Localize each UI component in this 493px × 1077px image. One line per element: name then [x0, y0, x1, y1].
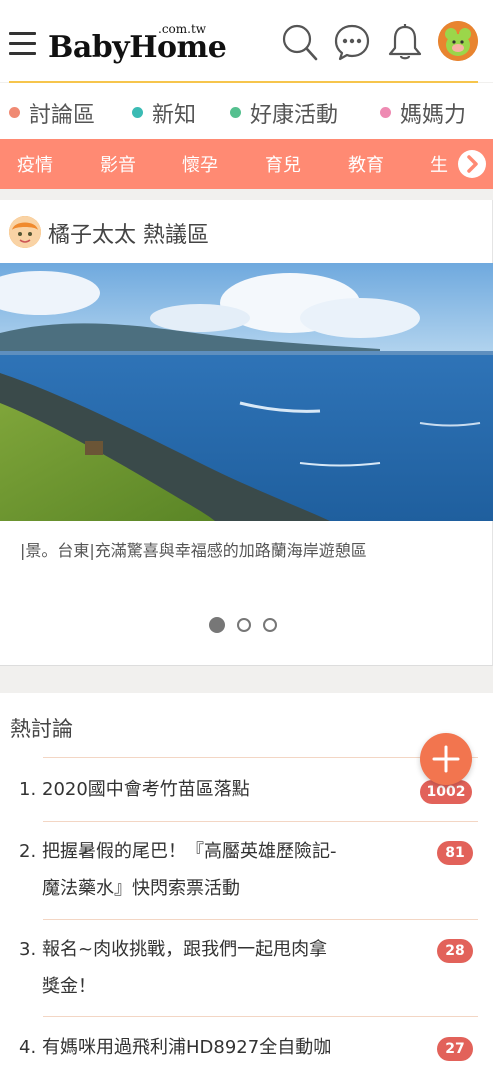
photo-caption[interactable]: |景。台東|充滿驚喜與幸福感的加路蘭海岸遊憩區 — [20, 537, 367, 561]
item-rank: 1. — [19, 779, 37, 800]
search-icon[interactable] — [281, 22, 319, 62]
hot-zone-section: 橘子太太 熱議區 |景。台東|充滿驚喜與幸福感的加路蘭海岸遊憩區 — [0, 200, 493, 666]
nav-item-mom-power[interactable]: 媽媽力 — [380, 97, 466, 129]
user-avatar[interactable] — [438, 21, 478, 61]
nav-item-discussion[interactable]: 討論區 — [9, 97, 95, 129]
dot-icon — [230, 107, 241, 118]
tag-item[interactable]: 生 — [430, 151, 448, 177]
divider — [43, 919, 478, 920]
section-title: 熱討論 — [10, 717, 73, 741]
reply-count-badge: 27 — [437, 1037, 473, 1061]
babyhome-logo[interactable]: BabyHome .com.tw — [48, 22, 227, 66]
pagination-dot[interactable] — [237, 618, 251, 632]
discussion-item[interactable]: 4. 有媽咪用過飛利浦HD8927全自動咖 27 — [19, 1033, 479, 1077]
reply-count-badge: 28 — [437, 939, 473, 963]
author-avatar — [9, 216, 41, 248]
pagination-dot-active[interactable] — [209, 617, 225, 633]
category-nav: 討論區 新知 好康活動 媽媽力 — [0, 83, 493, 139]
discussion-item[interactable]: 2. 把握暑假的尾巴！『高靨英雄歷險記- 魔法藥水』快閃索票活動 81 — [19, 837, 479, 911]
item-title: 有媽咪用過飛利浦HD8927全自動咖 — [42, 1037, 332, 1058]
nav-item-news[interactable]: 新知 — [132, 97, 196, 129]
chevron-right-icon[interactable] — [458, 150, 486, 178]
dot-icon — [380, 107, 391, 118]
topic-tag-bar: 疫情 影音 懷孕 育兒 教育 生 — [0, 139, 493, 189]
divider — [43, 821, 478, 822]
chat-icon[interactable] — [333, 22, 371, 62]
divider — [43, 757, 478, 758]
discussion-item[interactable]: 3. 報名~肉收挑戰，跟我們一起甩肉拿 獎金！ 28 — [19, 935, 479, 1009]
tag-item[interactable]: 懷孕 — [182, 151, 218, 177]
item-title: 報名~肉收挑戰，跟我們一起甩肉拿 獎金！ — [42, 939, 328, 997]
reply-count-badge: 81 — [437, 841, 473, 865]
item-rank: 4. — [19, 1037, 37, 1058]
item-rank: 3. — [19, 939, 37, 960]
tag-item[interactable]: 育兒 — [265, 151, 301, 177]
tag-item[interactable]: 影音 — [100, 151, 136, 177]
item-rank: 2. — [19, 841, 37, 862]
coast-photo[interactable] — [0, 263, 493, 521]
carousel-pagination — [209, 617, 289, 637]
discussion-item[interactable]: 1. 2020國中會考竹苗區落點 1002 — [19, 775, 479, 815]
nav-item-deals[interactable]: 好康活動 — [230, 97, 338, 129]
dot-icon — [132, 107, 143, 118]
hot-zone-title[interactable]: 橘子太太 熱議區 — [48, 217, 209, 249]
add-post-button[interactable] — [420, 733, 472, 785]
notification-bell-icon[interactable] — [386, 22, 424, 62]
plus-icon — [432, 745, 460, 773]
tag-item[interactable]: 疫情 — [17, 151, 53, 177]
app-header: BabyHome .com.tw — [0, 0, 493, 83]
pagination-dot[interactable] — [263, 618, 277, 632]
item-title: 2020國中會考竹苗區落點 — [42, 779, 250, 800]
menu-icon[interactable] — [9, 32, 37, 56]
tag-item[interactable]: 教育 — [348, 151, 384, 177]
item-title: 把握暑假的尾巴！『高靨英雄歷險記- 魔法藥水』快閃索票活動 — [42, 841, 337, 899]
dot-icon — [9, 107, 20, 118]
divider — [43, 1016, 478, 1017]
